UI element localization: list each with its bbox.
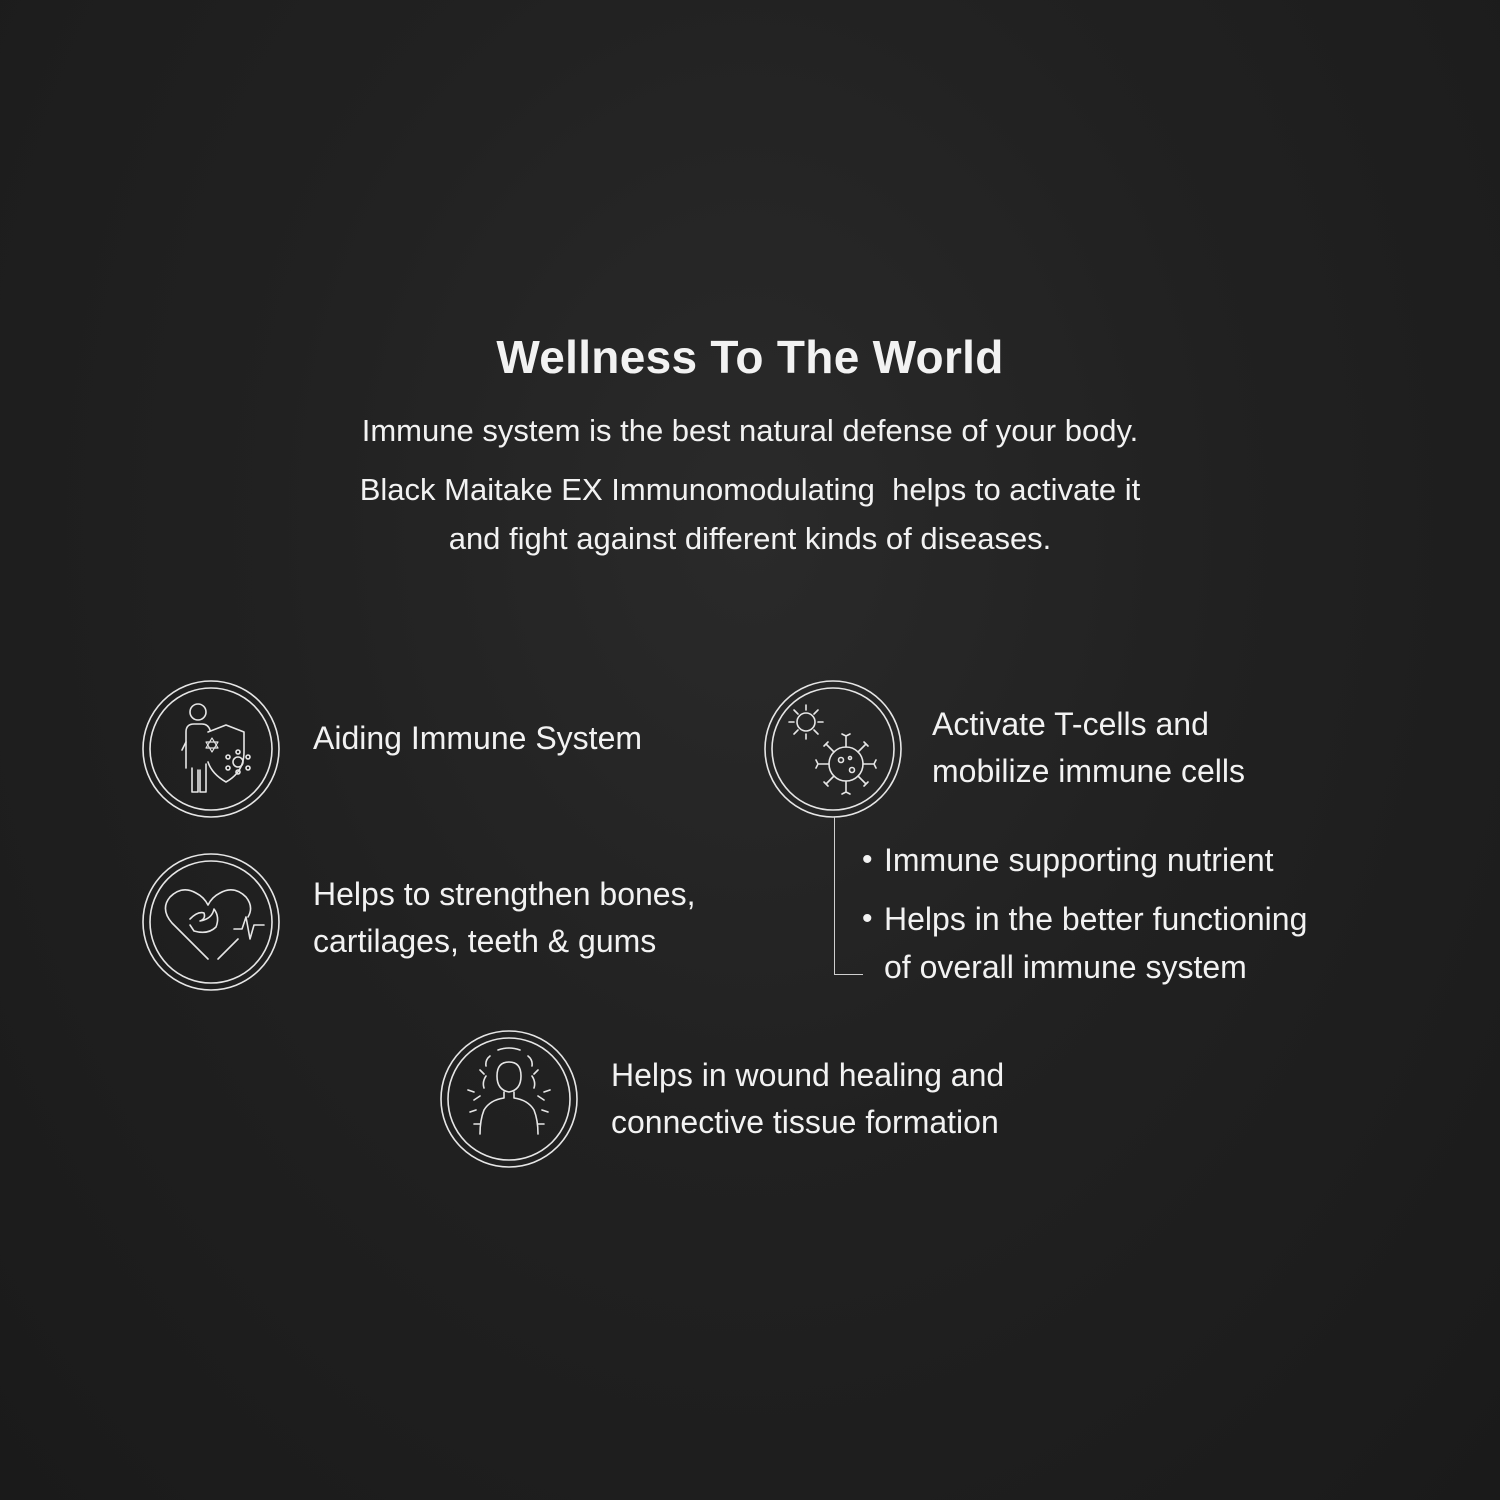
tcells-bullet-1: • Immune supporting nutrient (862, 836, 1274, 884)
feature-bones-line-1: Helps to strengthen bones, (313, 876, 696, 912)
tcells-bullet-2-line-2: of overall immune system (884, 949, 1247, 985)
feature-wound-line-2: connective tissue formation (611, 1104, 999, 1140)
feature-wound-line-1: Helps in wound healing and (611, 1057, 1005, 1093)
tcells-bracket-connector (834, 817, 863, 975)
feature-tcells-text: Activate T-cells and mobilize immune cel… (932, 701, 1245, 795)
bullet-dot: • (862, 902, 873, 935)
feature-immune-text: Aiding Immune System (313, 715, 642, 762)
bullet-dot: • (862, 843, 873, 876)
feature-bones-text: Helps to strengthen bones, cartilages, t… (313, 871, 695, 965)
feature-wound-text: Helps in wound healing and connective ti… (611, 1052, 1004, 1146)
feature-tcells-line-1: Activate T-cells and (932, 706, 1209, 742)
person-shield-virus-icon (142, 680, 280, 818)
feature-immune-line-1: Aiding Immune System (313, 720, 643, 756)
cells-virus-icon (764, 680, 902, 818)
intro-line-2: Black Maitake EX Immunomodulating helps … (359, 472, 1141, 507)
intro-line-3: and fight against different kinds of dis… (448, 521, 1052, 556)
tcells-bullet-2-continued: of overall immune system (884, 943, 1247, 991)
person-healing-aura-icon (440, 1030, 578, 1168)
feature-tcells-line-2: mobilize immune cells (932, 753, 1245, 789)
feature-bones-line-2: cartilages, teeth & gums (313, 923, 657, 959)
page-title: Wellness To The World (496, 331, 1004, 383)
tcells-bullet-2-line-1: Helps in the better functioning (884, 901, 1308, 937)
tcells-bullet-2: • Helps in the better functioning (862, 895, 1308, 943)
intro-line-1: Immune system is the best natural defens… (361, 413, 1139, 448)
heart-muscle-pulse-icon (142, 853, 280, 991)
tcells-bullet-1-text: Immune supporting nutrient (884, 842, 1274, 878)
